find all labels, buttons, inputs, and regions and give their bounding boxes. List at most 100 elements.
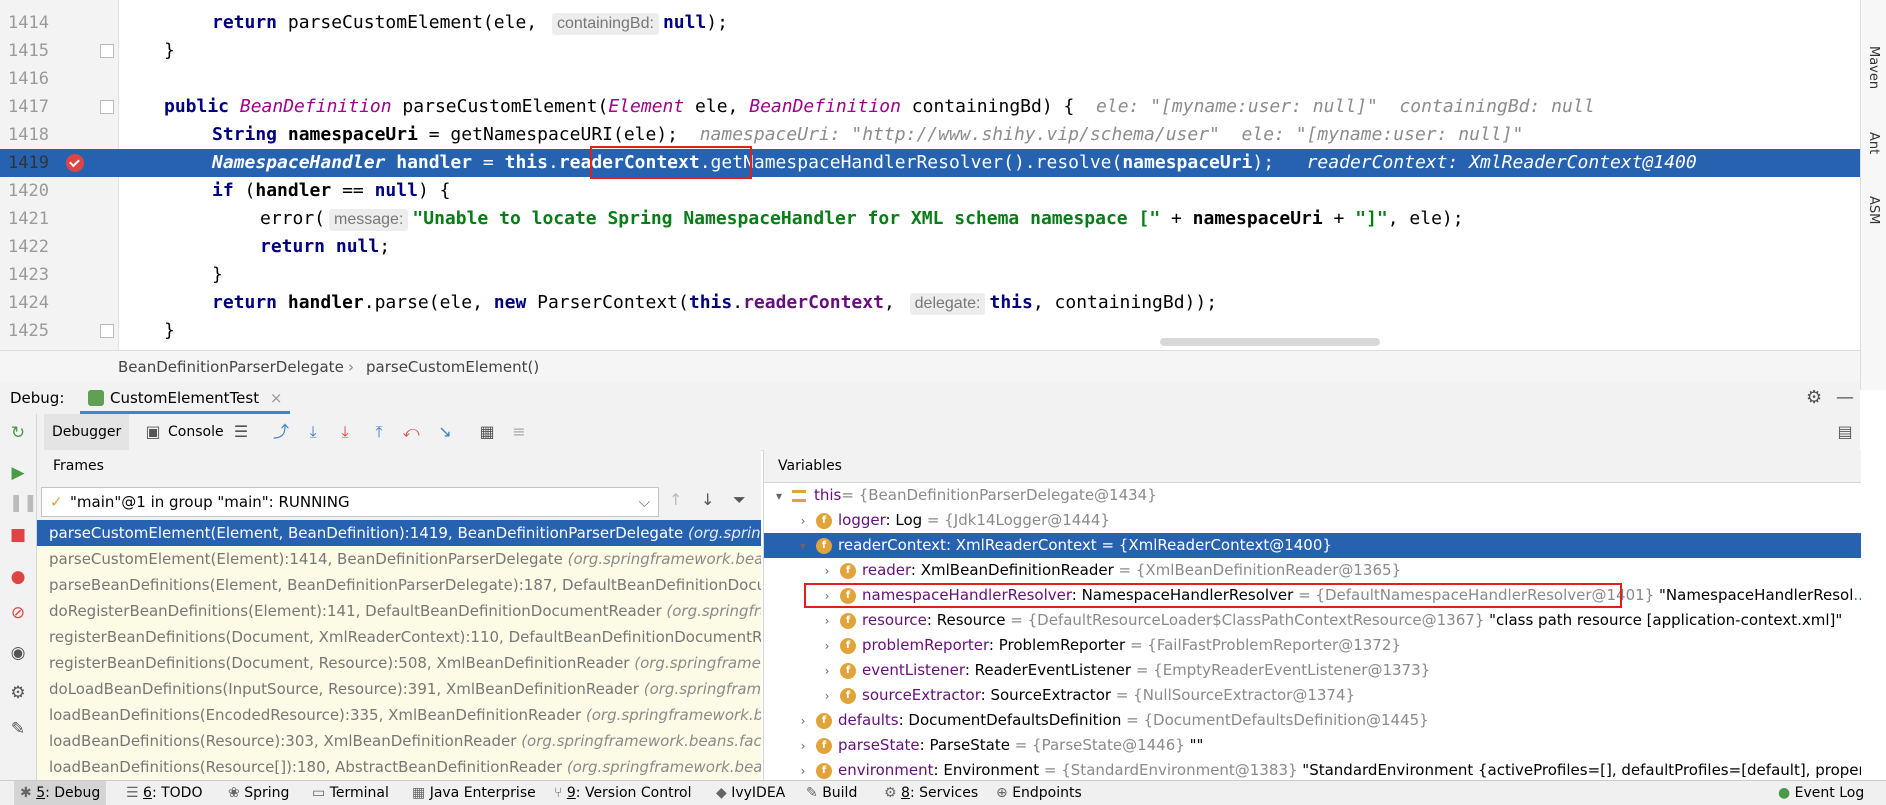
filter-icon[interactable]: ⏷ — [733, 490, 746, 510]
code-line[interactable]: 1418 String namespaceUri = getNamespaceU… — [0, 121, 1860, 149]
expand-arrow-icon[interactable]: › — [796, 709, 810, 734]
asm-tool-button[interactable]: ASM — [1866, 196, 1881, 224]
stack-frame[interactable]: parseBeanDefinitions(Element, BeanDefini… — [37, 572, 761, 598]
stack-frame[interactable]: parseCustomElement(Element, BeanDefiniti… — [37, 520, 761, 546]
code-line[interactable]: 1425 } — [0, 317, 1860, 345]
tool-window-button[interactable]: ⑂ 9: Version Control — [548, 781, 698, 805]
expand-arrow-icon[interactable]: › — [820, 659, 834, 684]
frames-panel: Frames ✓ "main"@1 in group "main": RUNNI… — [37, 450, 761, 780]
expand-arrow-icon[interactable]: › — [796, 734, 810, 759]
code-line[interactable]: 1424 return handler.parse(ele, new Parse… — [0, 289, 1860, 317]
breadcrumb-class[interactable]: BeanDefinitionParserDelegate — [118, 351, 344, 383]
stack-frame[interactable]: parseCustomElement(Element):1414, BeanDe… — [37, 546, 761, 572]
fold-icon[interactable] — [100, 100, 114, 114]
stack-frame[interactable]: loadBeanDefinitions(EncodedResource):335… — [37, 702, 761, 728]
code-line[interactable]: 1422 return null; — [0, 233, 1860, 261]
stack-frame[interactable]: doLoadBeanDefinitions(InputSource, Resou… — [37, 676, 761, 702]
step-over-icon[interactable]: ⤓ — [304, 423, 322, 441]
thread-dropdown[interactable]: ✓ "main"@1 in group "main": RUNNING ⌵ — [41, 487, 659, 517]
variable-row[interactable]: ▾ this= {BeanDefinitionParserDelegate@143… — [764, 483, 1861, 508]
resume-icon[interactable]: ▶ — [9, 464, 27, 482]
camera-icon[interactable]: ◉ — [9, 644, 27, 662]
stack-frame[interactable]: loadBeanDefinitions(Resource[]):180, Abs… — [37, 754, 761, 780]
view-link[interactable]: ... View — [1853, 586, 1861, 604]
frame-package: (org.springframework.beans.factory.xml) — [688, 524, 761, 542]
code-line[interactable]: 1420 if (handler == null) { — [0, 177, 1860, 205]
fold-icon[interactable] — [100, 44, 114, 58]
code-line[interactable]: 1423 } — [0, 261, 1860, 289]
breakpoint-icon[interactable] — [66, 154, 84, 172]
ant-tool-button[interactable]: Ant — [1866, 132, 1881, 154]
mute-breakpoints-icon[interactable]: ⊘ — [9, 604, 27, 622]
pin-icon[interactable]: ✎ — [9, 720, 27, 738]
tab-debugger[interactable]: Debugger — [44, 414, 130, 450]
tool-window-button[interactable]: ▭ Terminal — [306, 781, 395, 805]
stack-frame[interactable]: registerBeanDefinitions(Document, XmlRea… — [37, 624, 761, 650]
tool-window-button[interactable]: ❀ Spring — [222, 781, 295, 805]
tool-window-button[interactable]: ⚙ 8: Services — [878, 781, 984, 805]
tab-console[interactable]: Console — [160, 414, 232, 450]
tool-window-button[interactable]: ✱ 5: Debug — [14, 781, 107, 805]
current-execution-line[interactable]: 1419 NamespaceHandler handler = this. rea… — [0, 149, 1860, 177]
code-line[interactable]: 1416 — [0, 65, 1860, 93]
drop-frame-icon[interactable]: ⤺ — [402, 423, 420, 441]
arrow-down-icon[interactable]: ↓ — [701, 490, 714, 509]
fold-icon[interactable] — [100, 324, 114, 338]
evaluate-expression-icon[interactable]: ▦ — [478, 423, 496, 441]
variable-row[interactable]: › f problemReporter: ProblemReporter = {Fa… — [764, 633, 1861, 658]
variable-row[interactable]: › f parseState: ParseState = {ParseState@1… — [764, 733, 1861, 758]
expand-arrow-icon[interactable]: › — [820, 684, 834, 709]
code-line[interactable]: 1414 return parseCustomElement(ele, cont… — [0, 9, 1860, 37]
layout-icon[interactable]: ▤ — [1836, 423, 1854, 441]
arrow-up-icon[interactable]: ↑ — [669, 490, 682, 509]
variable-row[interactable]: › f resource: Resource = {DefaultResourceL… — [764, 608, 1861, 633]
rerun-icon[interactable]: ↻ — [9, 424, 27, 442]
collapse-arrow-icon[interactable]: ▾ — [796, 534, 810, 559]
code-line[interactable]: 1415 } — [0, 37, 1860, 65]
code-editor[interactable]: 1414 return parseCustomElement(ele, cont… — [0, 0, 1886, 350]
variable-row[interactable]: › f logger: Log = {Jdk14Logger@1444} — [764, 508, 1861, 533]
horizontal-scrollbar[interactable] — [1160, 338, 1380, 346]
menu-icon[interactable]: ☰ — [232, 423, 250, 441]
breadcrumb-method[interactable]: parseCustomElement() — [366, 351, 539, 383]
code-token: namespaceUri — [1122, 152, 1253, 173]
variable-row[interactable]: › f defaults: DocumentDefaultsDefinition =… — [764, 708, 1861, 733]
view-breakpoints-icon[interactable]: ● — [9, 568, 27, 586]
settings-icon[interactable]: ⚙ — [9, 684, 27, 702]
code-line[interactable]: 1421 error(message: "Unable to locate Spr… — [0, 205, 1860, 233]
run-to-cursor-icon[interactable]: ↘ — [436, 423, 454, 441]
expand-arrow-icon[interactable]: › — [820, 634, 834, 659]
stack-frame[interactable]: registerBeanDefinitions(Document, Resour… — [37, 650, 761, 676]
code-line[interactable]: 1417 public BeanDefinition parseCustomEl… — [0, 93, 1860, 121]
stack-frame[interactable]: doRegisterBeanDefinitions(Element):141, … — [37, 598, 761, 624]
tool-window-button[interactable]: ✎ Build — [800, 781, 863, 805]
stack-frame[interactable]: loadBeanDefinitions(Resource):303, XmlBe… — [37, 728, 761, 754]
tool-window-button[interactable]: ☰ 6: TODO — [120, 781, 208, 805]
variable-row[interactable]: ▾ f readerContext: XmlReaderContext = {Xml… — [764, 533, 1861, 558]
gear-icon[interactable]: ⚙ — [1806, 382, 1822, 414]
maven-tool-button[interactable]: Maven — [1866, 46, 1881, 89]
stop-icon[interactable]: ■ — [9, 526, 27, 544]
step-out-icon[interactable]: ⤒ — [370, 423, 388, 441]
minimize-icon[interactable]: — — [1836, 382, 1854, 414]
show-execution-point-icon[interactable]: ⤴ — [272, 423, 290, 441]
variable-row[interactable]: › f reader: XmlBeanDefinitionReader = {Xml… — [764, 558, 1861, 583]
tool-window-button[interactable]: ⊕ Endpoints — [990, 781, 1088, 805]
tool-window-button[interactable]: ▦ Java Enterprise — [406, 781, 542, 805]
expand-arrow-icon[interactable]: › — [796, 759, 810, 780]
expand-arrow-icon[interactable]: › — [820, 609, 834, 634]
step-into-icon[interactable]: ⤓ — [336, 423, 354, 441]
code-token: return — [212, 12, 278, 33]
expand-arrow-icon[interactable]: › — [820, 559, 834, 584]
trace-icon[interactable]: ≡ — [510, 423, 528, 441]
variable-row[interactable]: › f eventListener: ReaderEventListener = {… — [764, 658, 1861, 683]
expand-arrow-icon[interactable]: › — [796, 509, 810, 534]
variable-row[interactable]: › f sourceExtractor: SourceExtractor = {Nu… — [764, 683, 1861, 708]
close-icon[interactable]: × — [270, 389, 283, 407]
debug-session-tab[interactable]: CustomElementTest × — [80, 382, 291, 414]
tool-window-button[interactable]: ◆ IvyIDEA — [710, 781, 791, 805]
pause-icon[interactable]: ❚❚ — [9, 494, 38, 512]
tool-window-button[interactable]: ● Event Log — [1772, 781, 1870, 805]
collapse-arrow-icon[interactable]: ▾ — [772, 484, 786, 509]
variable-row[interactable]: › f environment: Environment = {StandardEn… — [764, 758, 1861, 780]
